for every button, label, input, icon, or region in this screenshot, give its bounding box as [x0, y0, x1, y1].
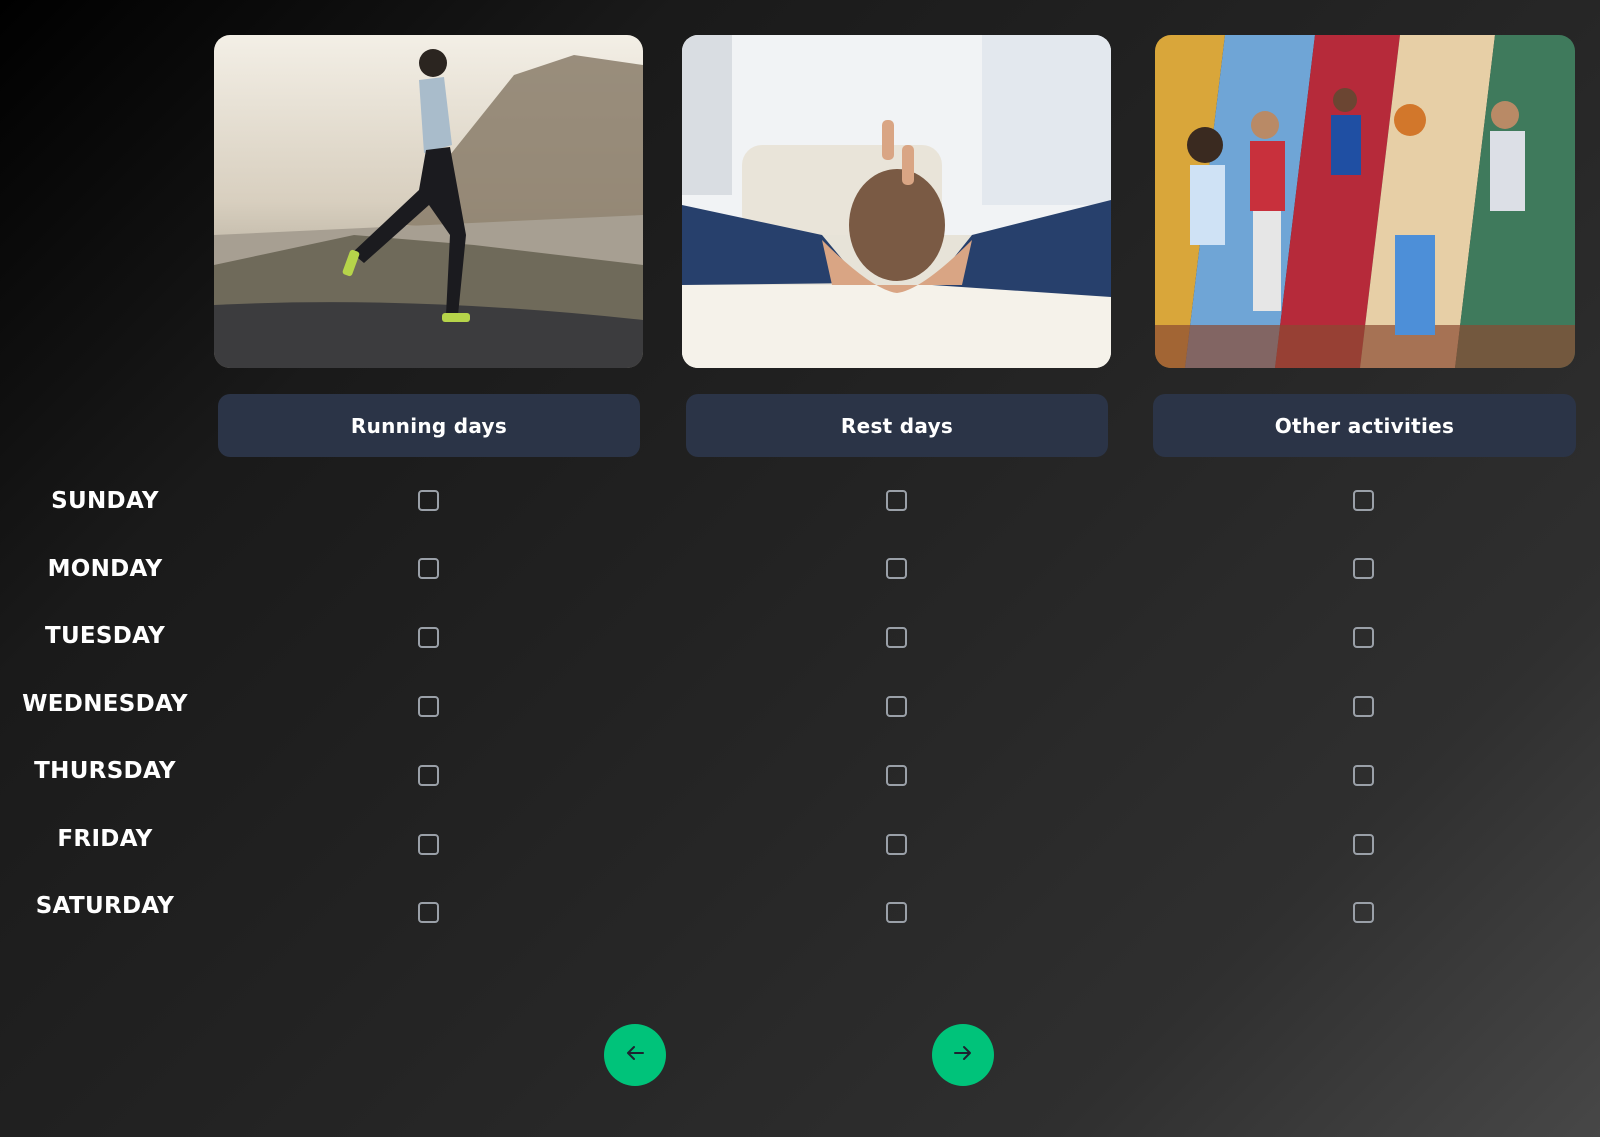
column-header-label: Running days — [350, 413, 508, 438]
day-label-saturday: SATURDAY — [35, 893, 175, 919]
checkbox-rest-thursday[interactable] — [886, 765, 907, 786]
column-header-rest-days: Rest days — [686, 394, 1108, 457]
checkbox-running-monday[interactable] — [418, 558, 439, 579]
column-header-label: Rest days — [840, 413, 954, 438]
checkbox-other-monday[interactable] — [1353, 558, 1374, 579]
next-button[interactable] — [932, 1024, 994, 1086]
weekly-schedule-page: Running days Rest days Other activities … — [0, 0, 1600, 1137]
day-label-monday: MONDAY — [47, 556, 163, 582]
day-label-thursday: THURSDAY — [34, 758, 176, 784]
column-header-other-activities: Other activities — [1153, 394, 1576, 457]
previous-button[interactable] — [604, 1024, 666, 1086]
checkbox-rest-wednesday[interactable] — [886, 696, 907, 717]
checkbox-other-friday[interactable] — [1353, 834, 1374, 855]
arrow-right-icon — [952, 1042, 974, 1068]
arrow-left-icon — [624, 1042, 646, 1068]
sports-collage-photo — [1155, 35, 1575, 368]
checkbox-running-friday[interactable] — [418, 834, 439, 855]
checkbox-running-sunday[interactable] — [418, 490, 439, 511]
column-header-label: Other activities — [1274, 413, 1455, 438]
day-label-friday: FRIDAY — [57, 826, 153, 852]
checkbox-rest-friday[interactable] — [886, 834, 907, 855]
checkbox-rest-monday[interactable] — [886, 558, 907, 579]
checkbox-other-thursday[interactable] — [1353, 765, 1374, 786]
checkbox-other-tuesday[interactable] — [1353, 627, 1374, 648]
checkbox-other-wednesday[interactable] — [1353, 696, 1374, 717]
checkbox-rest-saturday[interactable] — [886, 902, 907, 923]
day-label-wednesday: WEDNESDAY — [22, 691, 188, 717]
checkbox-other-saturday[interactable] — [1353, 902, 1374, 923]
day-label-tuesday: TUESDAY — [44, 623, 166, 649]
column-header-running-days: Running days — [218, 394, 640, 457]
checkbox-running-wednesday[interactable] — [418, 696, 439, 717]
day-label-sunday: SUNDAY — [51, 488, 159, 514]
checkbox-rest-sunday[interactable] — [886, 490, 907, 511]
relaxing-on-sofa-photo — [682, 35, 1111, 368]
checkbox-other-sunday[interactable] — [1353, 490, 1374, 511]
runner-photo — [214, 35, 643, 368]
checkbox-running-tuesday[interactable] — [418, 627, 439, 648]
checkbox-running-thursday[interactable] — [418, 765, 439, 786]
checkbox-running-saturday[interactable] — [418, 902, 439, 923]
checkbox-rest-tuesday[interactable] — [886, 627, 907, 648]
